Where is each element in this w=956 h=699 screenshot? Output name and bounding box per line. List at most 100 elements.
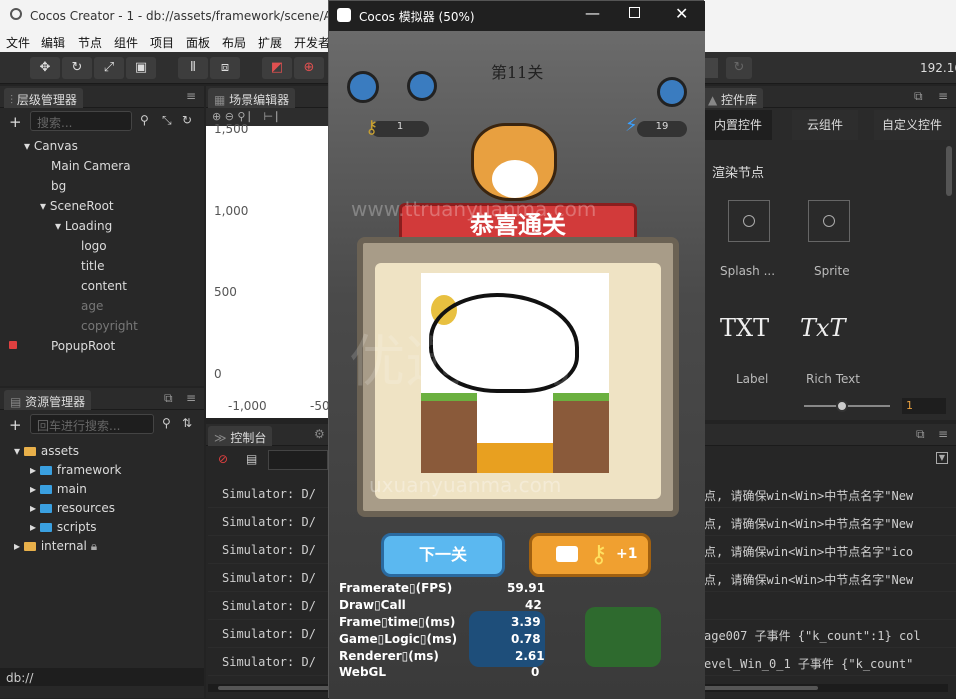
tree-node-content[interactable]: content (81, 279, 127, 293)
menu-edit[interactable]: 编辑 (41, 34, 65, 51)
menu-layout[interactable]: 布局 (222, 34, 246, 51)
hierarchy-panel: ⫶ 层级管理器 ≡ + 搜索... ⚲ ⤡ ↻ ▾ Canvas Main Ca… (0, 86, 204, 386)
tree-node-age[interactable]: age (81, 299, 103, 313)
move-tool-button[interactable]: ✥ (30, 57, 60, 79)
tree-node-main-camera[interactable]: Main Camera (51, 159, 131, 173)
home-button[interactable] (657, 77, 687, 107)
scene-canvas[interactable]: 1,500 1,000 500 0 -1,000 -50 (206, 122, 330, 418)
align-button[interactable]: ⦀ (178, 57, 208, 79)
rotate-tool-button[interactable]: ↻ (62, 57, 92, 79)
label-icon[interactable]: TXT (720, 314, 769, 342)
stat-value: 0.78 (511, 632, 541, 646)
tree-node-sceneroot[interactable]: ▾ SceneRoot (40, 199, 114, 213)
sprite-icon[interactable] (808, 200, 850, 242)
collapse-icon[interactable]: ⤡ (162, 113, 172, 128)
folder-icon (39, 504, 52, 513)
menu-project[interactable]: 项目 (150, 34, 174, 51)
splash-sprite-icon[interactable] (728, 200, 770, 242)
library-scrollbar[interactable] (946, 146, 952, 196)
tab-hierarchy[interactable]: ⫶ 层级管理器 (4, 88, 83, 108)
y-tick: 0 (214, 367, 222, 381)
menu-developer[interactable]: 开发者 (294, 34, 330, 51)
menu-node[interactable]: 节点 (78, 34, 102, 51)
clear-icon[interactable]: ⊘ (218, 452, 228, 466)
tab-console[interactable]: ≫ 控制台 (208, 426, 273, 446)
asset-resources[interactable]: ▸ resources (30, 501, 115, 515)
gizmo-local-button[interactable]: ◩ (262, 57, 292, 79)
menu-icon[interactable]: ≡ (186, 89, 196, 103)
asset-framework[interactable]: ▸ framework (30, 463, 121, 477)
asset-internal[interactable]: ▸ internal 🔒︎ (14, 539, 97, 554)
stat-label: Framerate▯(FPS) (339, 581, 453, 595)
asset-scripts[interactable]: ▸ scripts (30, 520, 97, 534)
asset-assets[interactable]: ▾ assets (14, 444, 79, 458)
popout-icon[interactable]: ⧉ (916, 427, 925, 442)
tab-assets[interactable]: ▤ 资源管理器 (4, 390, 92, 410)
back-button[interactable] (347, 71, 379, 103)
menu-file[interactable]: 文件 (6, 34, 30, 51)
add-node-button[interactable]: + (9, 113, 22, 131)
scene-panel: ▦ 场景编辑器 ⊕ ⊖ ⚲ ⎸ ⊢ ⎸ 1,500 1,000 500 0 -1… (206, 86, 330, 418)
distribute-button[interactable]: ⧈ (210, 57, 240, 79)
log-file-icon[interactable]: ▤ (246, 452, 257, 466)
widget-label: Sprite (814, 264, 850, 278)
minimize-button[interactable]: — (585, 4, 600, 22)
y-tick: 1,000 (214, 204, 249, 218)
tree-node-canvas[interactable]: ▾ Canvas (24, 139, 78, 153)
menu-icon[interactable]: ≡ (186, 391, 196, 405)
next-level-button[interactable]: 下一关 (381, 533, 505, 577)
console-filter-input[interactable] (268, 450, 328, 470)
asset-main[interactable]: ▸ main (30, 482, 87, 496)
cocos-logo-icon (10, 8, 22, 20)
tree-node-bg[interactable]: bg (51, 179, 66, 193)
tab-scene[interactable]: ▦ 场景编辑器 (208, 88, 296, 108)
energy-counter: 19 (637, 121, 687, 137)
close-button[interactable]: ✕ (675, 4, 688, 23)
zoom-value[interactable]: 1 (902, 398, 946, 414)
rect-tool-button[interactable]: ▣ (126, 57, 156, 79)
tree-node-title[interactable]: title (81, 259, 104, 273)
y-tick: 500 (214, 285, 237, 299)
tree-node-loading[interactable]: ▾ Loading (55, 219, 112, 233)
tab-custom[interactable]: 自定义控件 (874, 110, 950, 140)
stat-label: WebGL (339, 665, 387, 679)
search-icon[interactable]: ⚲ (140, 113, 149, 127)
menu-component[interactable]: 组件 (114, 34, 138, 51)
tree-node-popuproot[interactable]: PopupRoot (51, 339, 115, 353)
popout-icon[interactable]: ⧉ (164, 391, 173, 406)
tree-node-copyright[interactable]: copyright (81, 319, 138, 333)
menu-icon[interactable]: ≡ (938, 89, 948, 103)
preview-dropdown[interactable] (704, 58, 718, 78)
search-icon[interactable]: ⚲ (162, 416, 171, 430)
video-icon (556, 546, 578, 562)
skip-button[interactable] (585, 607, 661, 667)
refresh-icon[interactable]: ↻ (182, 113, 192, 127)
dropdown-icon[interactable]: ▼ (936, 452, 948, 464)
stat-label: Game▯Logic▯(ms) (339, 632, 458, 646)
tab-cloud[interactable]: 云组件 (792, 110, 858, 140)
lock-icon[interactable] (9, 341, 17, 349)
status-path: db:// (6, 671, 34, 685)
assets-search-input[interactable]: 回车进行搜索... (30, 414, 154, 434)
menu-panel[interactable]: 面板 (186, 34, 210, 51)
refresh-button[interactable]: ↻ (726, 57, 752, 79)
stat-value: 3.39 (511, 615, 541, 629)
video-key-button[interactable]: ⚷ +1 (529, 533, 651, 577)
tab-builtin[interactable]: 内置控件 (704, 110, 772, 140)
rich-text-icon[interactable]: TxT (800, 314, 846, 342)
undo-button[interactable] (407, 71, 437, 101)
sort-icon[interactable]: ⇅ (182, 416, 192, 430)
scale-tool-button[interactable]: ⤢ (94, 57, 124, 79)
tab-extra-icon[interactable]: ⚙ (314, 427, 325, 441)
tree-node-logo[interactable]: logo (81, 239, 107, 253)
menu-icon[interactable]: ≡ (938, 427, 948, 441)
gizmo-global-button[interactable]: ⊕ (294, 57, 324, 79)
add-asset-button[interactable]: + (9, 416, 22, 434)
hierarchy-search-input[interactable]: 搜索... (30, 111, 132, 131)
tab-library[interactable]: ▲ 控件库 (702, 88, 764, 108)
zoom-slider-handle[interactable] (836, 400, 848, 412)
popout-icon[interactable]: ⧉ (914, 89, 923, 104)
maximize-button[interactable] (629, 7, 640, 18)
simulator-icon (337, 8, 351, 22)
menu-extension[interactable]: 扩展 (258, 34, 282, 51)
